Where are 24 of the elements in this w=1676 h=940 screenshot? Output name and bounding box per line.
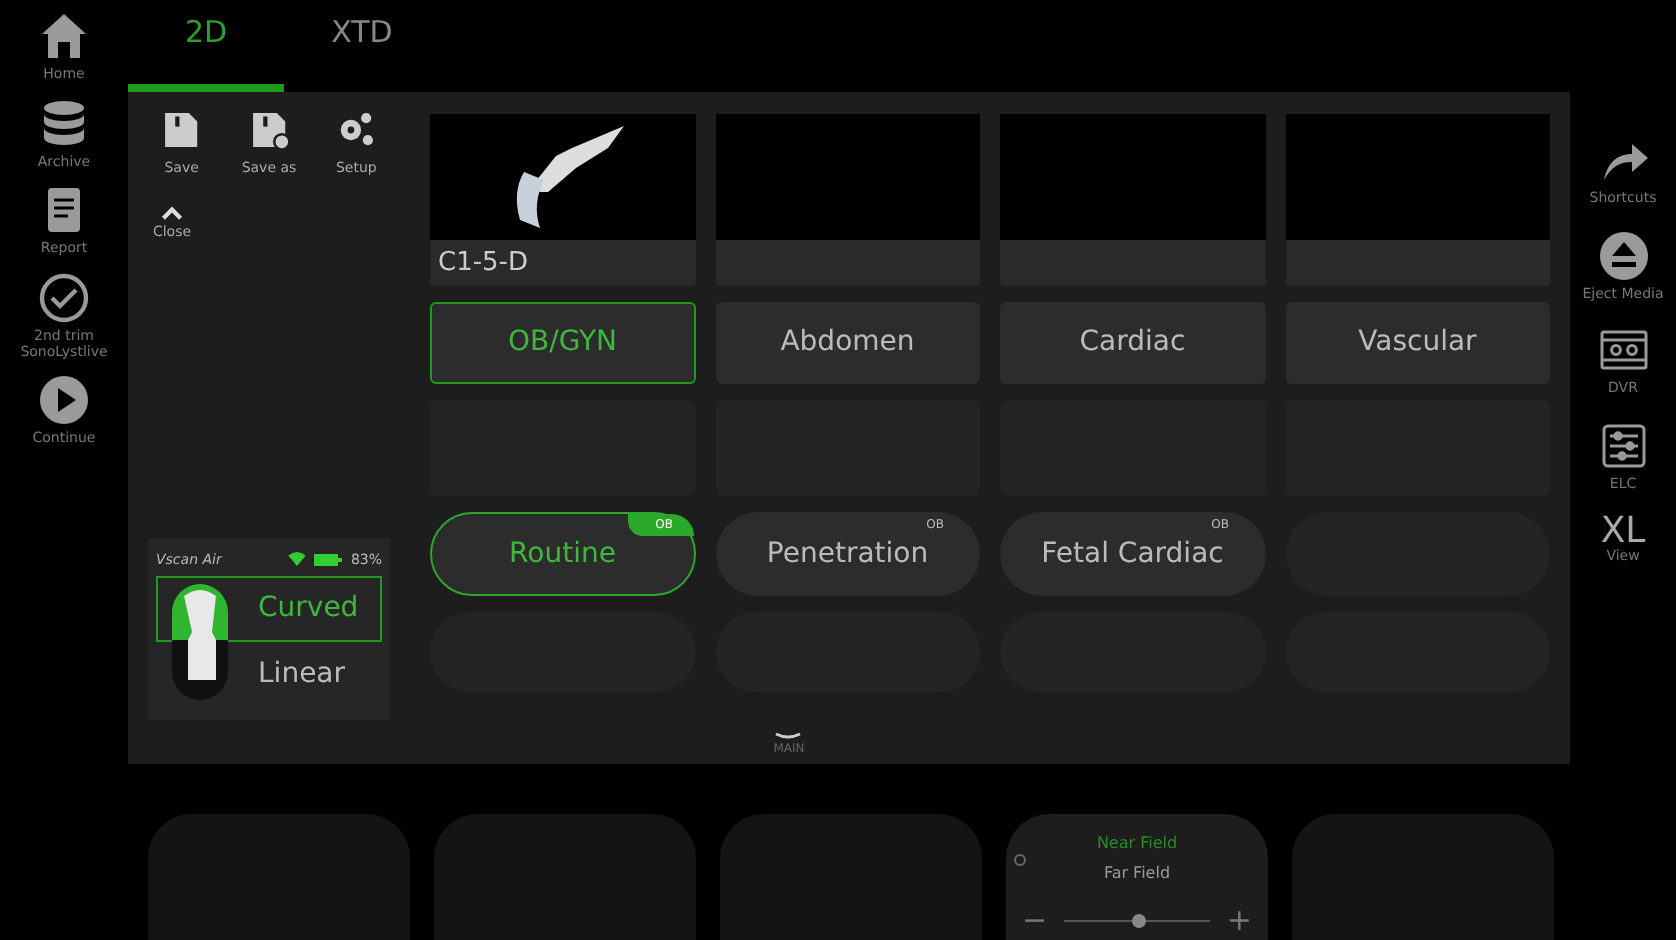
eject-icon [1595,227,1651,284]
preset-button[interactable]: Abdomen [715,302,980,384]
preset-button[interactable]: Vascular [1285,302,1550,384]
chevron-down-icon [774,732,803,740]
chevron-up-icon [160,203,184,221]
minus-button[interactable]: − [1022,906,1048,936]
xl-glyph: XL [1600,513,1646,550]
radio-dot-icon [1014,854,1026,866]
preset-button[interactable]: Cardiac [1000,302,1265,384]
play-circle-icon [36,372,92,429]
floppy-disk-plus-icon [247,108,291,152]
wifi-icon [288,552,307,567]
knob-option[interactable]: Near Field [1096,832,1178,856]
probe-tile[interactable]: C1-5-D [430,114,695,286]
checkmark-circle-icon [36,270,92,327]
tab[interactable]: XTD [284,0,440,92]
plus-button[interactable]: + [1226,906,1252,936]
knob-option[interactable]: Far Field [1103,862,1171,886]
slider-thumb[interactable] [1131,914,1145,928]
battery-icon [314,553,343,566]
probe-drawing [168,580,232,704]
probe-label: C1-5-D [438,245,529,282]
probe-option[interactable]: Linear [156,642,382,708]
preset-button[interactable]: OB/GYN [430,302,695,384]
